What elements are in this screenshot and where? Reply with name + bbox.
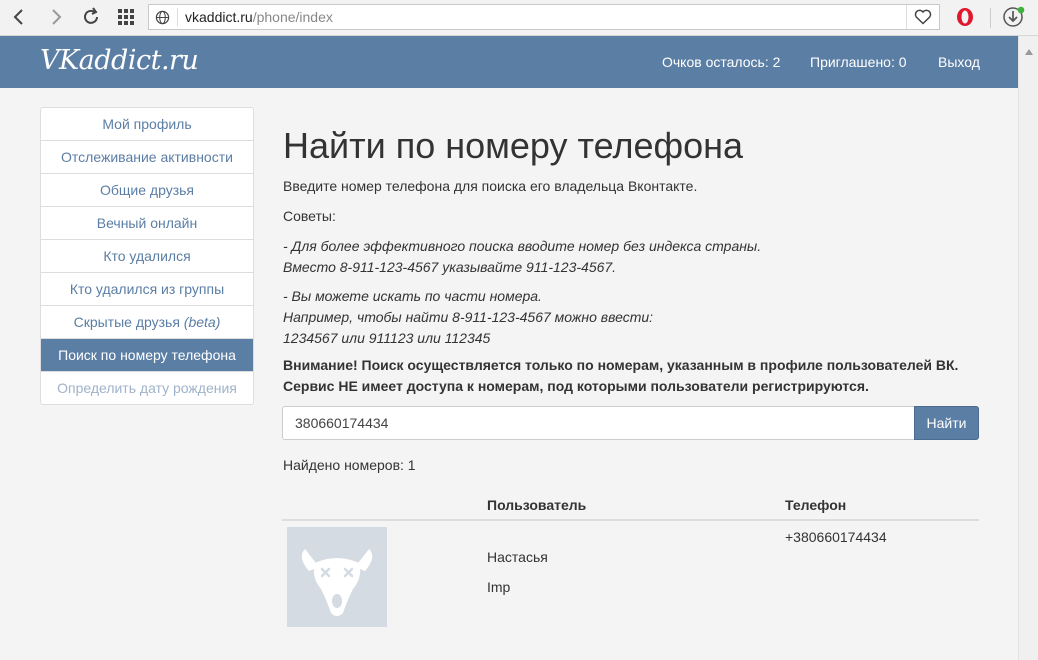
globe-icon [155, 10, 170, 30]
intro-text: Введите номер телефона для поиска его вл… [283, 178, 698, 194]
tip-2: - Вы можете искать по части номера. Напр… [283, 286, 653, 349]
tip-2-line-1: - Вы можете искать по части номера. [283, 288, 542, 304]
scroll-up-arrow-icon[interactable] [1025, 42, 1033, 60]
browser-toolbar: vkaddict.ru/phone/index [0, 0, 1038, 36]
tip-1: - Для более эффективного поиска вводите … [283, 236, 761, 278]
sidebar-item-mutual-friends[interactable]: Общие друзья [41, 173, 253, 206]
opera-logo-icon[interactable] [955, 6, 975, 33]
tip-1-line-1: - Для более эффективного поиска вводите … [283, 238, 762, 254]
site-logo[interactable]: VKaddict.ru [40, 45, 199, 76]
sidebar-item-label: Скрытые друзья [73, 314, 180, 330]
sidebar-item-my-profile[interactable]: Мой профиль [41, 108, 253, 140]
sidebar-item-hidden-friends[interactable]: Скрытые друзья (beta) [41, 305, 253, 338]
download-icon[interactable] [1002, 5, 1026, 34]
logout-link[interactable]: Выход [938, 54, 980, 70]
found-count: Найдено номеров: 1 [283, 457, 416, 473]
tip-2-line-3: 1234567 или 911123 или 112345 [283, 330, 491, 346]
warning-line-1: Внимание! Поиск осуществляется только по… [283, 357, 959, 373]
sidebar-item-activity-tracking[interactable]: Отслеживание активности [41, 140, 253, 173]
column-header-phone: Телефон [785, 497, 847, 513]
sidebar-item-eternal-online[interactable]: Вечный онлайн [41, 206, 253, 239]
main-content: Найти по номеру телефона [283, 124, 979, 168]
sidebar-item-phone-search[interactable]: Поиск по номеру телефона [41, 338, 253, 371]
warning-text: Внимание! Поиск осуществляется только по… [283, 355, 958, 397]
user-last-name[interactable]: Imp [487, 579, 510, 595]
points-left-link[interactable]: Очков осталось: 2 [662, 54, 780, 70]
sidebar-menu: Мой профиль Отслеживание активности Общи… [40, 107, 254, 405]
phone-search-input[interactable]: 380660174434 [282, 406, 915, 440]
results-table-header: Пользователь Телефон [282, 494, 979, 521]
default-avatar-dog-icon [301, 549, 373, 616]
reload-icon[interactable] [78, 4, 104, 30]
user-first-name[interactable]: Настасья [487, 549, 548, 565]
url-text[interactable]: vkaddict.ru/phone/index [185, 9, 333, 25]
search-button[interactable]: Найти [914, 406, 979, 440]
tips-label: Советы: [283, 208, 336, 224]
beta-tag: (beta) [183, 314, 221, 330]
avatar[interactable] [287, 527, 387, 627]
search-form: 380660174434 Найти [282, 406, 979, 440]
back-icon[interactable] [6, 4, 32, 30]
bookmark-heart-icon[interactable] [906, 5, 939, 29]
sidebar-item-who-left-group[interactable]: Кто удалился из группы [41, 272, 253, 305]
column-header-user: Пользователь [487, 497, 587, 513]
page-scrollbar[interactable] [1018, 36, 1038, 660]
url-host: vkaddict.ru [185, 9, 253, 25]
speed-dial-icon[interactable] [113, 4, 139, 30]
forward-icon[interactable] [43, 4, 69, 30]
tip-1-line-2: Вместо 8-911-123-4567 указывайте 911-123… [283, 259, 617, 275]
page-title: Найти по номеру телефона [283, 125, 744, 166]
sidebar-item-who-left[interactable]: Кто удалился [41, 239, 253, 272]
address-bar[interactable]: vkaddict.ru/phone/index [148, 4, 940, 30]
site-header: VKaddict.ru Очков осталось: 2 Приглашено… [0, 36, 1018, 88]
warning-line-2: Сервис НЕ имеет доступа к номерам, под к… [283, 378, 869, 394]
sidebar-item-birthdate[interactable]: Определить дату рождения [41, 371, 253, 404]
url-path: /phone/index [252, 9, 333, 25]
user-phone: +380660174434 [785, 529, 887, 545]
invited-link[interactable]: Приглашено: 0 [810, 54, 907, 70]
tip-2-line-2: Например, чтобы найти 8-911-123-4567 мож… [283, 309, 654, 325]
